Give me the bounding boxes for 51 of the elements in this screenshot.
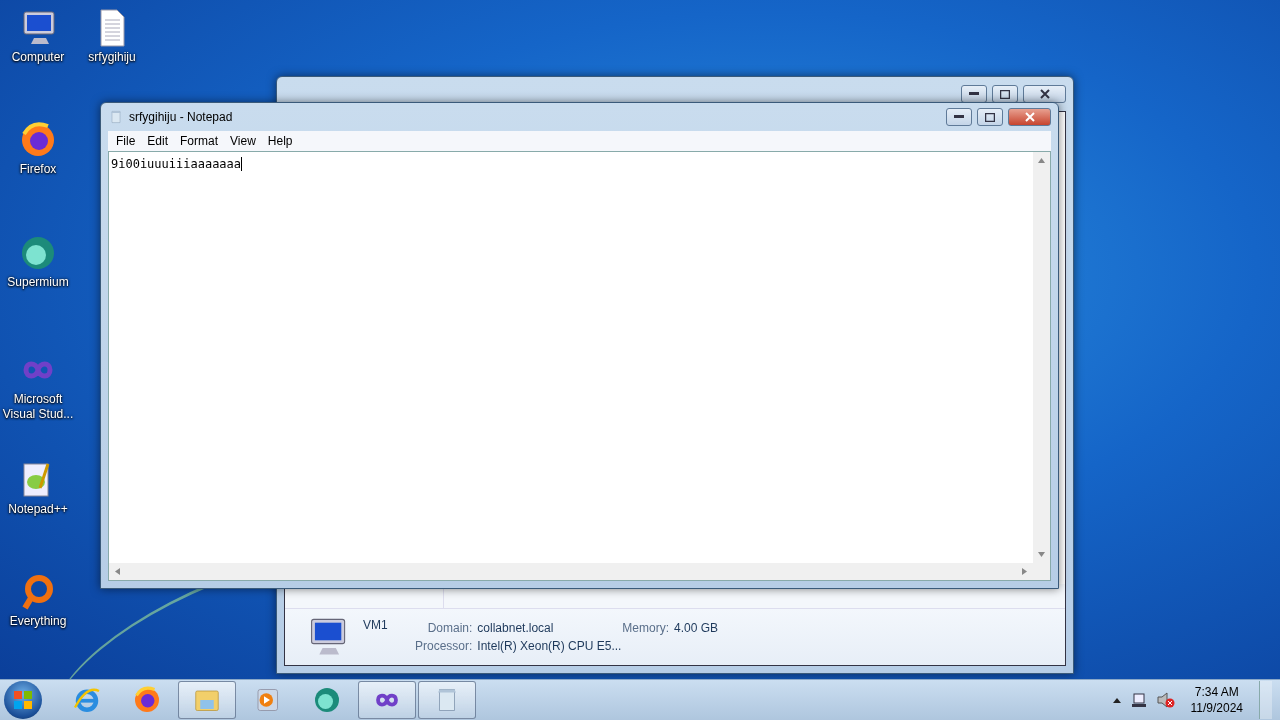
taskbar-button[interactable] [358,681,416,719]
maximize-icon [985,112,995,122]
maximize-icon [1000,89,1010,99]
supermium-icon [312,685,342,715]
desktop-icon-label[interactable]: Supermium [7,275,69,290]
speaker-muted-icon[interactable] [1156,692,1175,708]
scroll-right-arrow-icon[interactable] [1022,568,1027,575]
taskbar-button[interactable] [178,681,236,719]
horizontal-scrollbar[interactable] [109,563,1033,580]
detail-label: Domain: [426,621,473,635]
desktop-icon-label[interactable]: srfygihiju [88,50,136,65]
close-icon [1039,89,1050,99]
detail-label: Memory: [622,621,670,635]
desktop-icon-label[interactable]: Notepad++ [8,502,68,517]
minimize-icon [954,115,964,119]
menu-item[interactable]: File [110,131,142,151]
detail-value: collabnet.local [477,621,555,635]
chevron-up-icon[interactable] [1112,697,1121,703]
close-icon [1024,112,1035,122]
detail-value: 4.00 GB [674,621,719,635]
vertical-scrollbar[interactable] [1033,152,1050,563]
minimize-button[interactable] [961,85,987,103]
minimize-button[interactable] [946,108,972,126]
network-icon[interactable] [1130,692,1147,708]
menu-item[interactable]: Format [174,131,225,151]
close-button[interactable] [1023,85,1066,103]
detail-label: Processor: [415,639,473,653]
desktop-icon-label[interactable]: Everything [9,614,67,629]
editor-text: 9i00iuuuiiiaaaaaaa [111,157,243,171]
windows-logo-icon [13,690,33,710]
firefox-icon [132,685,162,715]
scroll-up-arrow-icon[interactable] [1038,158,1045,163]
taskbar-button[interactable] [418,681,476,719]
scroll-down-arrow-icon[interactable] [1038,552,1045,557]
desktop-icon-label[interactable]: Computer [11,50,65,65]
maximize-button[interactable] [992,85,1018,103]
close-button[interactable] [1008,108,1051,126]
start-button[interactable] [4,681,42,719]
menu-item[interactable]: Edit [141,131,175,151]
desktop-icon-label[interactable]: Firefox [19,162,57,177]
clock[interactable]: 7:34 AM 11/9/2024 [1184,684,1249,716]
scroll-left-arrow-icon[interactable] [115,568,120,575]
desktop-icon-label[interactable]: Microsoft Visual Stud... [0,392,76,422]
show-desktop-button[interactable] [1259,681,1272,719]
window-title: srfygihiju - Notepad [129,110,234,124]
minimize-icon [969,92,979,96]
menu-item[interactable]: Help [261,131,299,151]
maximize-button[interactable] [977,108,1003,126]
menu-item[interactable]: View [224,131,262,151]
notepad-icon [108,109,124,125]
computer-name: VM1 [363,618,389,632]
